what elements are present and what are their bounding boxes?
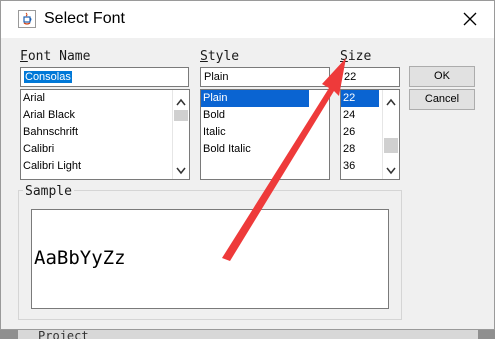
background-project-label: Project: [38, 330, 89, 339]
font-name-label: Font Name: [20, 49, 90, 64]
font-list-item[interactable]: Arial Black: [21, 107, 173, 124]
font-list-item[interactable]: Bahnschrift: [21, 124, 173, 141]
size-label: Size: [340, 49, 371, 64]
size-list-item[interactable]: 22: [341, 90, 379, 107]
scroll-down-icon[interactable]: [173, 162, 189, 176]
title-bar[interactable]: Select Font: [1, 1, 494, 38]
scroll-up-icon[interactable]: [173, 93, 189, 107]
font-name-accel: F: [20, 49, 28, 64]
size-list-item[interactable]: 24: [341, 107, 379, 124]
font-name-list[interactable]: Arial Arial Black Bahnschrift Calibri Ca…: [20, 89, 190, 180]
select-font-dialog: Select Font Font Name Consolas Arial Ari…: [0, 0, 495, 330]
style-input[interactable]: Plain: [200, 67, 330, 87]
sample-preview: AaBbYyZz: [31, 209, 389, 309]
style-label: Style: [200, 49, 239, 64]
style-list[interactable]: Plain Bold Italic Bold Italic: [200, 89, 330, 180]
font-list-item[interactable]: Calibri: [21, 141, 173, 158]
size-list-item[interactable]: 26: [341, 124, 379, 141]
style-list-item[interactable]: Plain: [201, 90, 309, 107]
scroll-thumb[interactable]: [384, 138, 398, 153]
java-app-icon: [18, 10, 36, 28]
close-icon: [463, 12, 477, 26]
sample-text: AaBbYyZz: [34, 247, 126, 269]
size-accel: S: [340, 49, 348, 64]
scroll-up-icon[interactable]: [383, 93, 399, 107]
size-label-rest: ize: [347, 49, 372, 64]
font-name-label-rest: ont Name: [27, 49, 91, 64]
style-accel: S: [200, 49, 208, 64]
size-input[interactable]: 22: [340, 67, 400, 87]
font-list-item[interactable]: Calibri Light: [21, 158, 173, 175]
style-list-item[interactable]: Bold Italic: [201, 141, 309, 158]
font-list-item[interactable]: Arial: [21, 90, 173, 107]
ok-button[interactable]: OK: [409, 66, 475, 87]
window-title: Select Font: [44, 10, 125, 27]
background-window: Project: [18, 330, 478, 339]
style-list-item[interactable]: Italic: [201, 124, 309, 141]
style-label-rest: tyle: [207, 49, 240, 64]
scroll-down-icon[interactable]: [383, 162, 399, 176]
style-value: Plain: [204, 71, 229, 83]
size-list[interactable]: 22 24 26 28 36: [340, 89, 400, 180]
size-list-item[interactable]: 36: [341, 158, 379, 175]
scroll-thumb[interactable]: [174, 110, 188, 121]
font-name-input[interactable]: Consolas: [20, 67, 189, 87]
size-list-item[interactable]: 28: [341, 141, 379, 158]
size-value: 22: [344, 71, 357, 83]
font-list-scrollbar[interactable]: [172, 90, 189, 179]
size-list-scrollbar[interactable]: [382, 90, 399, 179]
style-list-item[interactable]: Bold: [201, 107, 309, 124]
close-button[interactable]: [447, 1, 493, 38]
cancel-button[interactable]: Cancel: [409, 89, 475, 110]
sample-title: Sample: [23, 184, 74, 199]
font-name-value: Consolas: [24, 71, 72, 83]
